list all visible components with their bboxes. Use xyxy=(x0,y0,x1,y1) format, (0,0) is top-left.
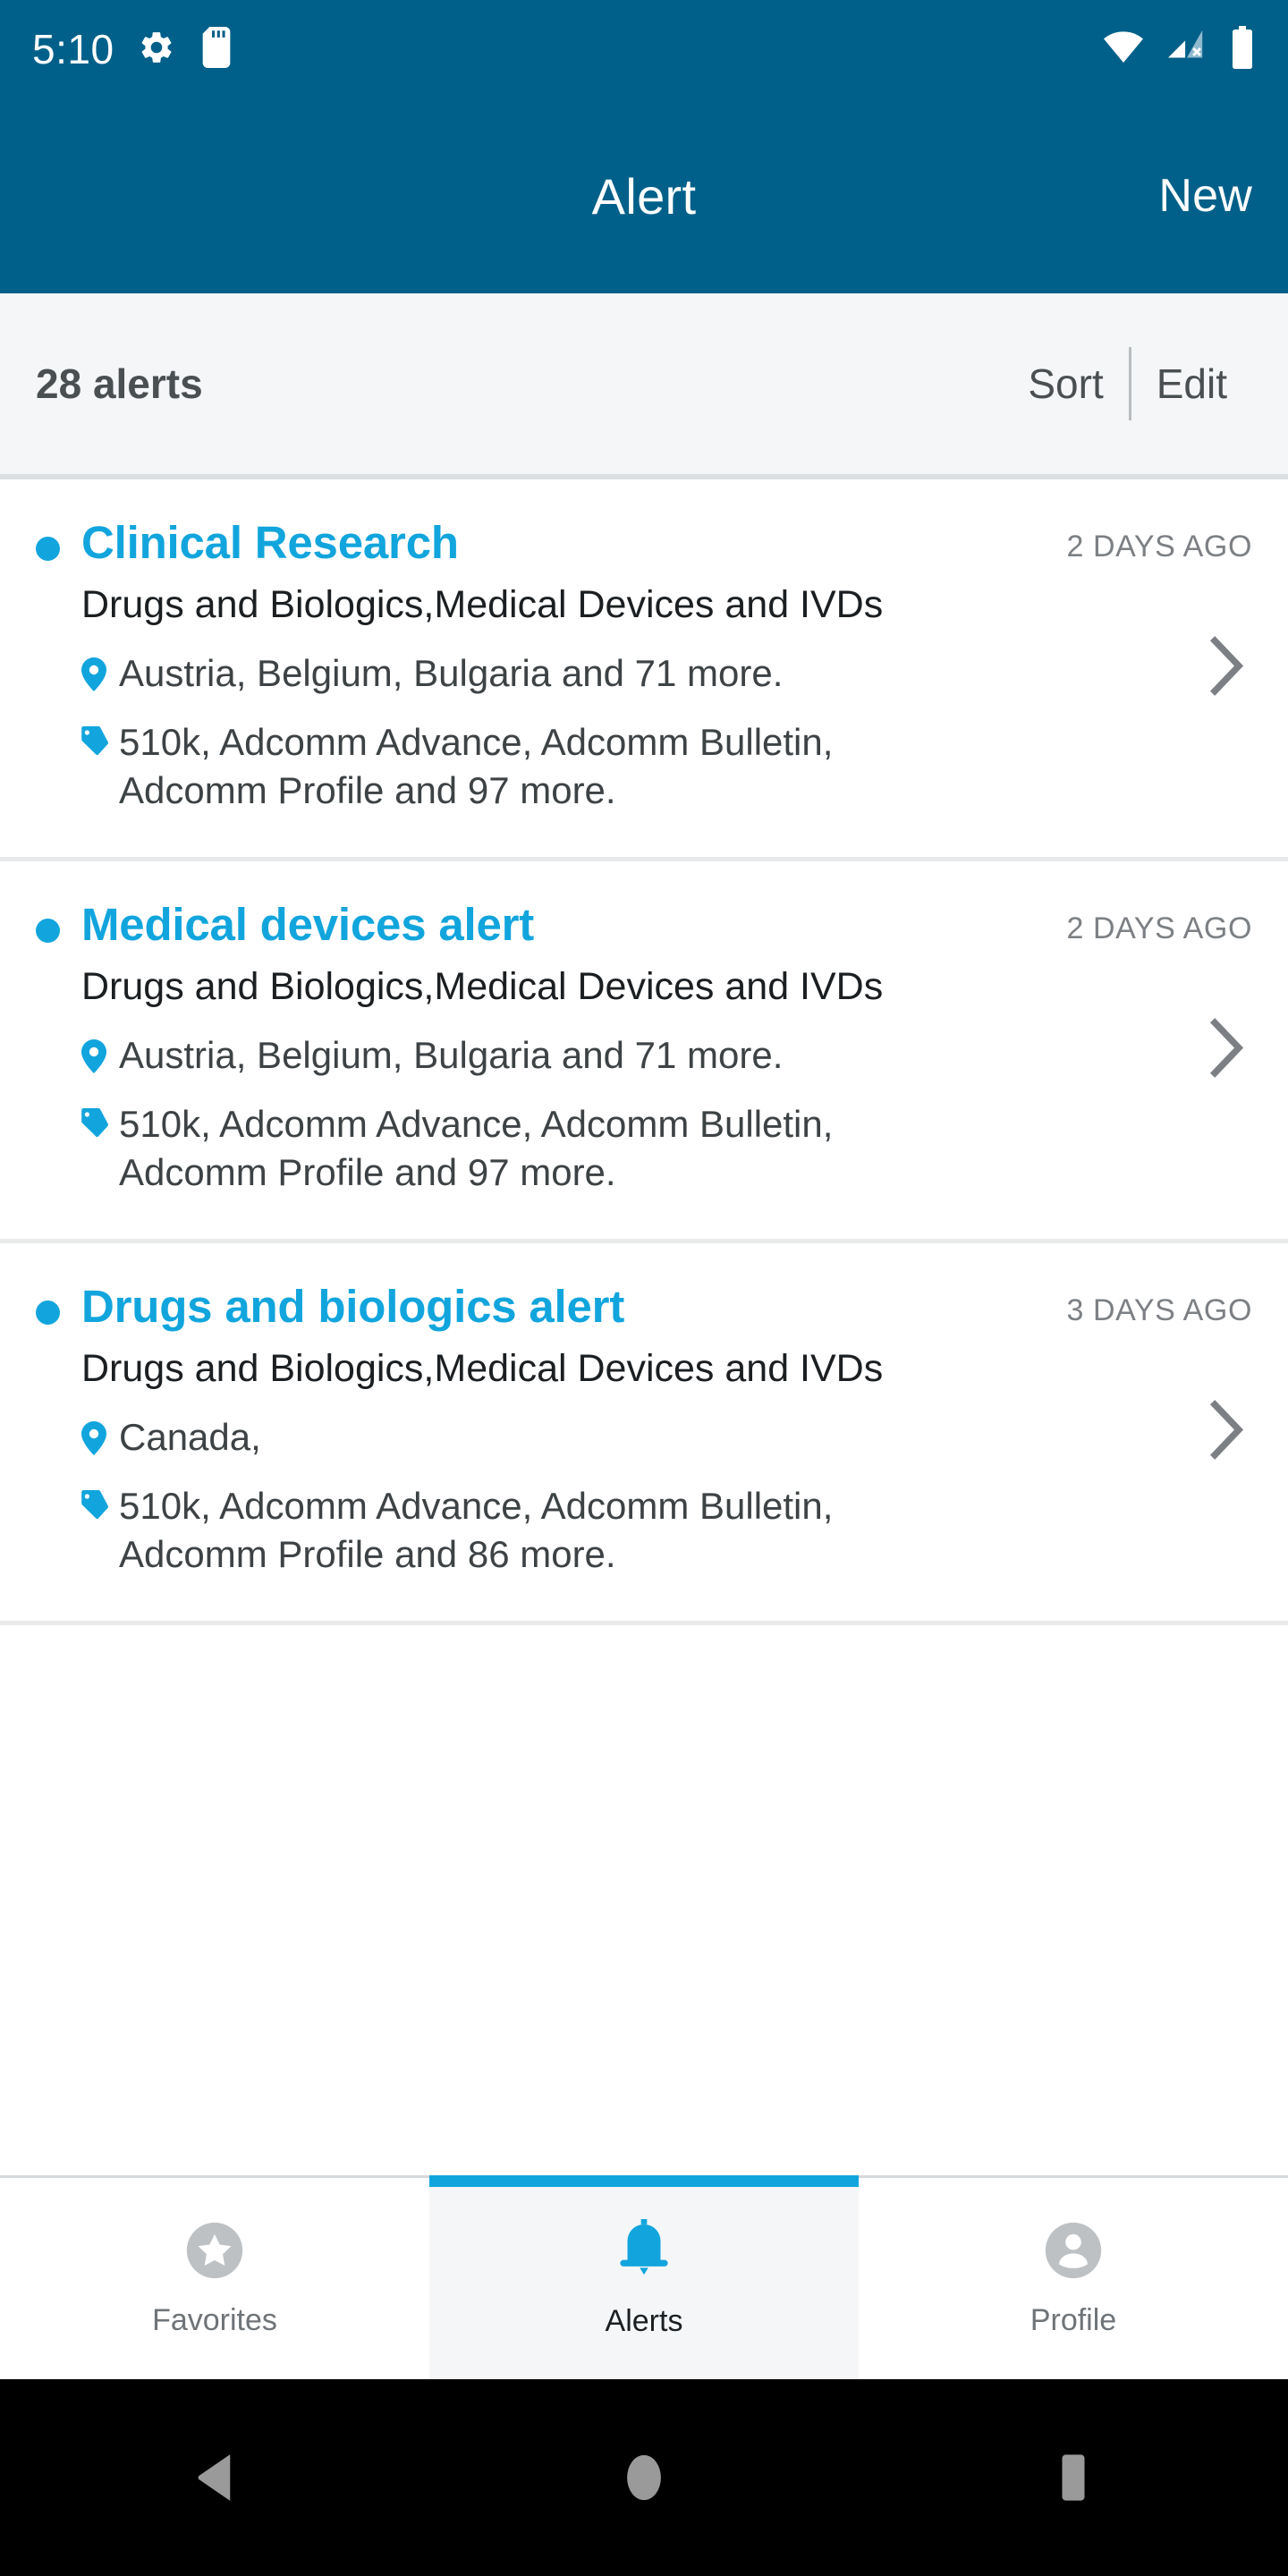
alert-subtitle: Drugs and Biologics,Medical Devices and … xyxy=(81,1346,884,1390)
person-circle-icon xyxy=(1043,2220,1104,2285)
alert-title: Medical devices alert xyxy=(81,898,535,950)
status-bar: 5:10 xyxy=(0,0,1288,98)
chevron-right-icon[interactable] xyxy=(1208,1016,1245,1083)
tab-label-profile: Profile xyxy=(1030,2302,1117,2337)
alert-list-item[interactable]: Drugs and biologics alert 3 DAYS AGO Dru… xyxy=(0,1242,1288,1625)
tag-icon xyxy=(81,1107,119,1143)
alert-timestamp: 2 DAYS AGO xyxy=(1066,530,1252,564)
alert-timestamp: 2 DAYS AGO xyxy=(1066,911,1252,945)
alert-tags: 510k, Adcomm Advance, Adcomm Bulletin, A… xyxy=(119,1484,834,1576)
star-circle-icon xyxy=(184,2220,245,2285)
alert-list: Clinical Research 2 DAYS AGO Drugs and B… xyxy=(0,479,1288,1625)
alert-header: Clinical Research 2 DAYS AGO xyxy=(36,517,1252,568)
app-header: Alert New xyxy=(0,98,1288,293)
sd-card-icon xyxy=(199,26,234,72)
sort-button[interactable]: Sort xyxy=(1003,360,1128,408)
alert-timestamp: 3 DAYS AGO xyxy=(1066,1292,1252,1327)
tab-favorites[interactable]: Favorites xyxy=(0,2178,429,2379)
cellular-no-sim-icon xyxy=(1166,29,1208,71)
unread-dot-icon xyxy=(36,918,60,943)
status-bar-right xyxy=(1102,25,1256,73)
alert-tags: 510k, Adcomm Advance, Adcomm Bulletin, A… xyxy=(119,720,834,812)
edit-button[interactable]: Edit xyxy=(1131,360,1252,408)
tab-alerts[interactable]: Alerts xyxy=(429,2175,859,2379)
recents-square-icon[interactable] xyxy=(984,2453,1163,2502)
alert-subtitle: Drugs and Biologics,Medical Devices and … xyxy=(81,583,884,627)
list-toolbar-actions: Sort Edit xyxy=(1003,347,1252,420)
new-alert-button[interactable]: New xyxy=(1158,169,1252,223)
alert-list-item[interactable]: Medical devices alert 2 DAYS AGO Drugs a… xyxy=(0,860,1288,1243)
wifi-icon xyxy=(1102,30,1145,70)
alert-header: Drugs and biologics alert 3 DAYS AGO xyxy=(36,1281,1252,1332)
alert-locations: Austria, Belgium, Bulgaria and 71 more. xyxy=(119,652,784,695)
gear-icon xyxy=(138,29,175,71)
app-screen: 5:10 Alert New 28 alerts Sort Edit Clini… xyxy=(0,0,1288,2576)
alert-locations: Austria, Belgium, Bulgaria and 71 more. xyxy=(119,1034,784,1077)
tab-label-alerts: Alerts xyxy=(605,2303,683,2338)
alert-locations-row: Austria, Belgium, Bulgaria and 71 more. xyxy=(81,1031,985,1080)
tab-profile[interactable]: Profile xyxy=(859,2178,1288,2379)
tag-icon xyxy=(81,725,119,761)
map-pin-icon xyxy=(81,1039,119,1078)
battery-icon xyxy=(1229,25,1256,73)
home-circle-icon[interactable] xyxy=(555,2453,733,2502)
alert-tags: 510k, Adcomm Advance, Adcomm Bulletin, A… xyxy=(119,1102,834,1194)
unread-dot-icon xyxy=(36,537,60,561)
alert-locations: Canada, xyxy=(119,1415,261,1458)
status-clock: 5:10 xyxy=(32,26,114,72)
alert-count-label: 28 alerts xyxy=(36,360,203,407)
back-triangle-icon[interactable] xyxy=(125,2454,304,2501)
alert-tags-row: 510k, Adcomm Advance, Adcomm Bulletin, A… xyxy=(81,718,985,816)
unread-dot-icon xyxy=(36,1300,60,1325)
page-title: Alert xyxy=(591,167,697,225)
map-pin-icon xyxy=(81,1420,119,1460)
alert-locations-row: Austria, Belgium, Bulgaria and 71 more. xyxy=(81,649,985,699)
chevron-right-icon[interactable] xyxy=(1208,1398,1245,1465)
status-bar-left: 5:10 xyxy=(32,26,234,72)
chevron-right-icon[interactable] xyxy=(1208,634,1245,701)
tag-icon xyxy=(81,1489,119,1525)
bell-icon xyxy=(616,2218,672,2286)
tab-label-favorites: Favorites xyxy=(152,2302,277,2337)
alert-title: Drugs and biologics alert xyxy=(81,1280,625,1332)
alert-title: Clinical Research xyxy=(81,517,459,568)
alert-tags-row: 510k, Adcomm Advance, Adcomm Bulletin, A… xyxy=(81,1100,985,1198)
android-navigation-bar xyxy=(0,2379,1288,2576)
alert-header: Medical devices alert 2 DAYS AGO xyxy=(36,899,1252,950)
map-pin-icon xyxy=(81,657,119,696)
alert-list-item[interactable]: Clinical Research 2 DAYS AGO Drugs and B… xyxy=(0,479,1288,861)
list-toolbar: 28 alerts Sort Edit xyxy=(0,293,1288,479)
alert-tags-row: 510k, Adcomm Advance, Adcomm Bulletin, A… xyxy=(81,1482,985,1580)
bottom-tab-bar: Favorites Alerts Profile xyxy=(0,2175,1288,2379)
alert-locations-row: Canada, xyxy=(81,1413,985,1462)
alert-subtitle: Drugs and Biologics,Medical Devices and … xyxy=(81,965,884,1009)
